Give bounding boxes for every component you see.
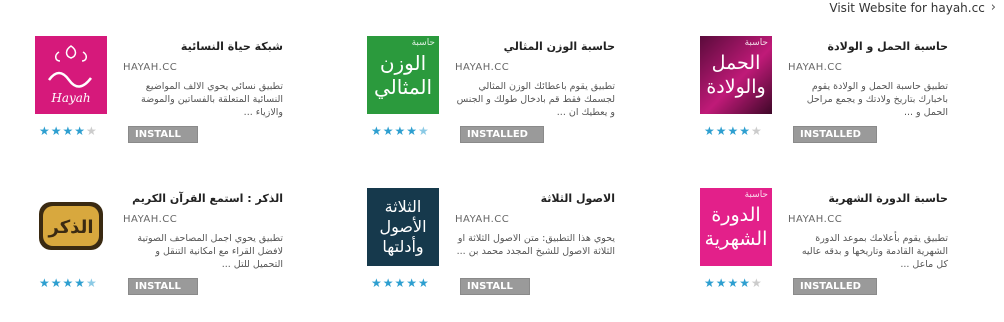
app-thumbnail[interactable]: حاسبة الدورة الشهرية	[700, 188, 772, 266]
thumbnail-tag: حاسبة	[411, 38, 435, 48]
app-developer[interactable]: HAYAH.CC	[123, 214, 177, 225]
chevron-right-icon: ›	[990, 0, 996, 15]
app-card[interactable]: الذكر الذكر : استمع القرآن الكريم HAYAH.…	[35, 188, 300, 313]
thumbnail-tag: حاسبة	[744, 190, 768, 200]
rating-stars: ★★★★★	[39, 124, 98, 138]
svg-text:الذكر: الذكر	[48, 217, 94, 238]
app-description: تطبيق يقوم بأعلامك بموعد الدورة الشهرية …	[801, 233, 948, 270]
app-card[interactable]: حاسبة الوزن المثالي حاسبة الوزن المثالي …	[367, 36, 632, 161]
app-title[interactable]: حاسبة الدورة الشهرية	[788, 192, 948, 205]
visit-website-label: Visit Website for hayah.cc	[829, 0, 985, 15]
install-button[interactable]: INSTALL	[460, 278, 530, 295]
app-title[interactable]: حاسبة الحمل و الولادة	[788, 40, 948, 53]
installed-button[interactable]: INSTALLED	[793, 126, 877, 143]
thumbnail-text: الثلاثة الأصول وأدلتها	[379, 197, 427, 256]
app-card[interactable]: الثلاثة الأصول وأدلتها الاصول الثلاثة HA…	[367, 188, 632, 313]
thumbnail-text: الحمل والولادة	[706, 52, 766, 98]
app-description: تطبيق نسائي يحوي الالف المواضيع النسائية…	[141, 81, 283, 118]
app-developer[interactable]: HAYAH.CC	[455, 62, 509, 73]
installed-button[interactable]: INSTALLED	[793, 278, 877, 295]
rating-stars: ★★★★★	[704, 124, 763, 138]
app-card[interactable]: حاسبة الدورة الشهرية حاسبة الدورة الشهري…	[700, 188, 965, 313]
install-button[interactable]: INSTALL	[128, 278, 198, 295]
app-developer[interactable]: HAYAH.CC	[455, 214, 509, 225]
app-title[interactable]: الاصول الثلاثة	[455, 192, 615, 205]
rating-stars: ★★★★★	[704, 276, 763, 290]
installed-button[interactable]: INSTALLED	[460, 126, 544, 143]
app-thumbnail[interactable]: حاسبة الحمل والولادة	[700, 36, 772, 114]
app-developer[interactable]: HAYAH.CC	[788, 214, 842, 225]
app-developer[interactable]: HAYAH.CC	[788, 62, 842, 73]
quran-logo-icon: الذكر	[39, 202, 103, 250]
rating-stars: ★★★★★	[371, 124, 430, 138]
app-thumbnail[interactable]: الذكر	[35, 188, 107, 266]
svg-text:Hayah: Hayah	[50, 91, 90, 105]
thumbnail-text: الوزن المثالي	[373, 51, 433, 99]
rating-stars: ★★★★★	[371, 276, 430, 290]
app-description: تطبيق يحوي اجمل المصاحف الصوتية لافضل ال…	[137, 233, 283, 270]
app-description: تطبيق يقوم باعطائك الوزن المثالي لجسمك ف…	[456, 81, 615, 118]
rating-stars: ★★★★★	[39, 276, 98, 290]
app-title[interactable]: حاسبة الوزن المثالي	[455, 40, 615, 53]
app-description: يحوي هذا التطبيق: متن الاصول الثلاثة او …	[456, 233, 615, 257]
app-thumbnail[interactable]: Hayah	[35, 36, 107, 114]
visit-website-link[interactable]: Visit Website for hayah.cc ›	[829, 0, 996, 15]
app-title[interactable]: الذكر : استمع القرآن الكريم	[123, 192, 283, 205]
app-developer[interactable]: HAYAH.CC	[123, 62, 177, 73]
app-title[interactable]: شبكة حياة النسائية	[123, 40, 283, 53]
app-thumbnail[interactable]: الثلاثة الأصول وأدلتها	[367, 188, 439, 266]
app-card[interactable]: حاسبة الحمل والولادة حاسبة الحمل و الولا…	[700, 36, 965, 161]
app-card[interactable]: Hayah شبكة حياة النسائية HAYAH.CC تطبيق …	[35, 36, 300, 161]
hayah-logo-icon: Hayah	[47, 45, 92, 105]
app-description: تطبيق حاسبة الحمل و الولادة يقوم باخبارك…	[806, 81, 948, 118]
install-button[interactable]: INSTALL	[128, 126, 198, 143]
thumbnail-tag: حاسبة	[744, 38, 768, 48]
app-thumbnail[interactable]: حاسبة الوزن المثالي	[367, 36, 439, 114]
thumbnail-text: الدورة الشهرية	[704, 204, 768, 250]
